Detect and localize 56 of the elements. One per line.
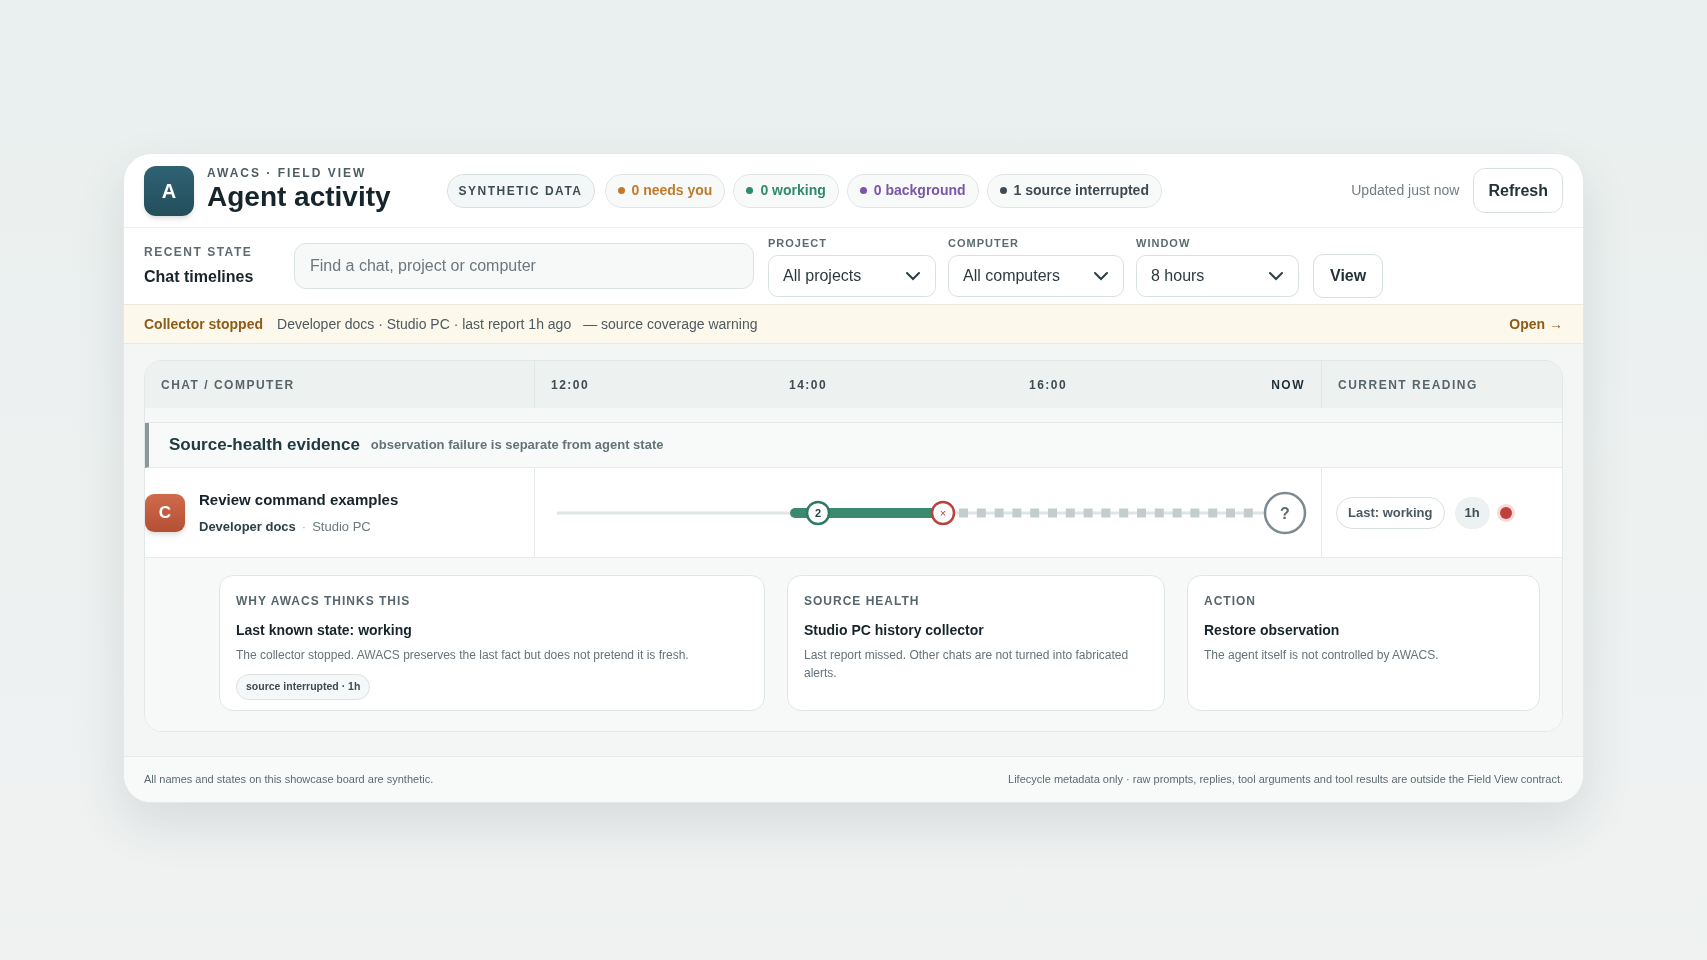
- age-chip: 1h: [1454, 496, 1490, 529]
- project-name: Developer docs: [199, 517, 296, 536]
- chat-title: Review command examples: [199, 490, 399, 510]
- open-link[interactable]: Open →: [1509, 313, 1563, 335]
- view-button[interactable]: View: [1313, 253, 1384, 298]
- time-label: 12:00: [551, 376, 591, 394]
- card-eyebrow: SOURCE HEALTH: [804, 593, 921, 610]
- time-label: 14:00: [789, 376, 829, 394]
- card-eyebrow: ACTION: [1204, 593, 1257, 610]
- chevron-down-icon: [1268, 271, 1284, 282]
- unknown-marker: ?: [1263, 491, 1307, 534]
- count-marker: 2: [805, 500, 831, 525]
- chevron-down-icon: [1093, 271, 1109, 282]
- filter-label: PROJECT: [768, 235, 828, 251]
- filter-label: COMPUTER: [948, 235, 1020, 251]
- chat-avatar: C: [145, 493, 185, 532]
- filter-dropdown[interactable]: 8 hours: [1136, 255, 1299, 298]
- group-note: observation failure is separate from agent state: [370, 436, 664, 455]
- reading-chip: Last: working: [1336, 496, 1445, 529]
- updated-label: Updated just now: [1351, 181, 1460, 200]
- column-header: CHAT / COMPUTER: [145, 361, 535, 408]
- footer-note: All names and states on this showcase board are synthetic.: [144, 772, 434, 788]
- card-title: Last known state: working: [236, 621, 413, 640]
- chevron-down-icon: [905, 271, 921, 282]
- status-pill[interactable]: 1 source interrupted: [986, 173, 1162, 208]
- refresh-button[interactable]: Refresh: [1473, 168, 1563, 213]
- alert-title: Collector stopped: [144, 314, 263, 334]
- card-eyebrow: WHY AWACS THINKS THIS: [236, 593, 412, 610]
- section-eyebrow: RECENT STATE: [144, 244, 254, 261]
- card-tag: source interrupted · 1h: [236, 674, 371, 700]
- search-field[interactable]: Find a chat, project or computer: [294, 243, 754, 289]
- card-title: Restore observation: [1204, 621, 1341, 640]
- now-label: NOW: [1271, 376, 1305, 394]
- stop-marker: ×: [930, 500, 956, 525]
- column-header: CURRENT READING: [1321, 361, 1562, 408]
- card-text: The agent itself is not controlled by AWACS.: [1204, 647, 1440, 664]
- status-pill[interactable]: 0 working: [733, 173, 839, 208]
- time-label: 16:00: [1029, 376, 1068, 394]
- page-title: Agent activity: [207, 180, 391, 214]
- eyebrow-label: AWACS · FIELD VIEW: [207, 167, 368, 179]
- logo-tile: A: [144, 165, 194, 216]
- alert-note: — source coverage warning: [583, 314, 758, 334]
- filter-dropdown[interactable]: All computers: [948, 255, 1124, 298]
- footer-note: Lifecycle metadata only · raw prompts, replies, tool arguments and tool results are outside the Field View contract.: [1008, 772, 1563, 788]
- status-pill[interactable]: 0 background: [846, 173, 979, 208]
- alert-detail: Developer docs · Studio PC · last report 1h ago: [277, 314, 572, 334]
- group-title: Source-health evidence: [169, 434, 360, 457]
- computer-name: Studio PC: [312, 517, 371, 536]
- filter-dropdown[interactable]: All projects: [768, 255, 936, 298]
- card-text: The collector stopped. AWACS preserves the last fact but does not pretend it is fresh.: [236, 647, 690, 664]
- separator-dot: ·: [301, 517, 307, 536]
- card-text: Last report missed. Other chats are not turned into fabricated alerts.: [804, 647, 1130, 682]
- section-title: Chat timelines: [144, 267, 255, 287]
- card-title: Studio PC history collector: [804, 621, 985, 640]
- filter-label: WINDOW: [1136, 235, 1192, 251]
- synthetic-data-badge: SYNTHETIC DATA: [446, 173, 595, 208]
